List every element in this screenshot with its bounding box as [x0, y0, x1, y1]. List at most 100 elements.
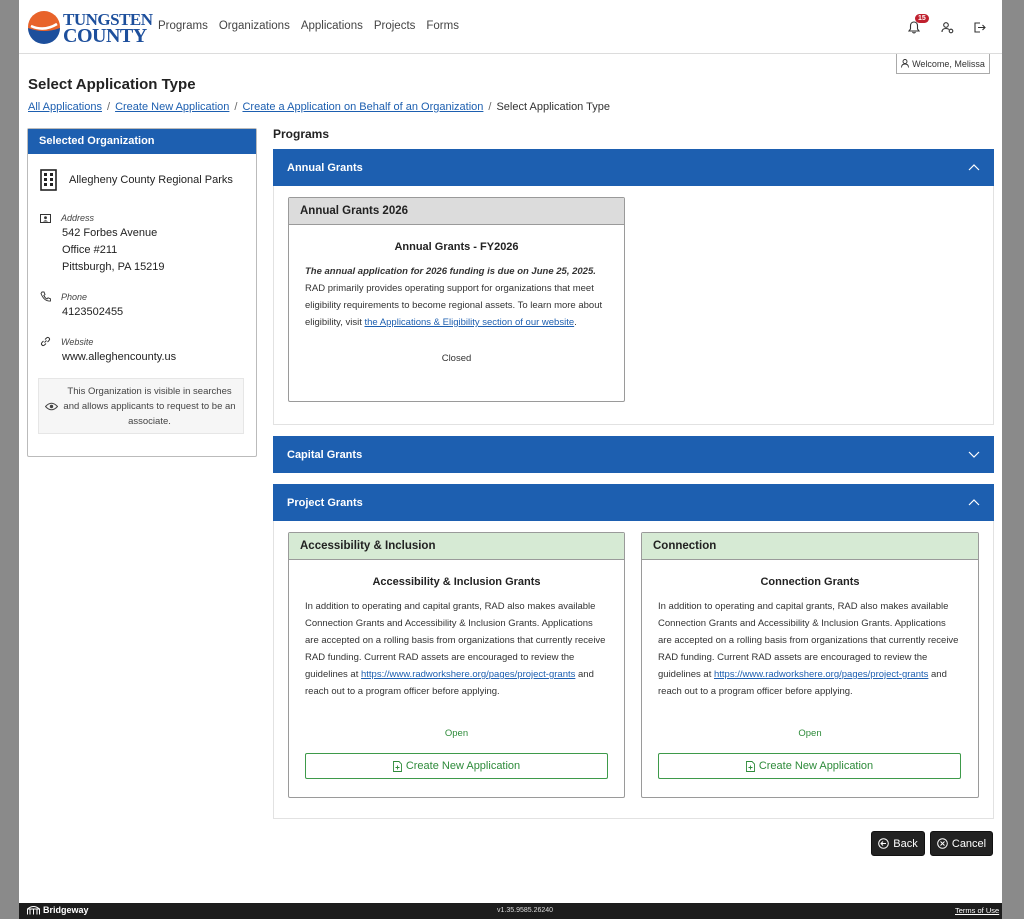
capital-grants-accordion: Capital Grants: [273, 436, 994, 473]
nav-forms[interactable]: Forms: [426, 20, 459, 32]
create-new-application-button[interactable]: Create New Application: [658, 753, 961, 779]
app-window: TUNGSTEN COUNTY Programs Organizations A…: [19, 0, 1002, 903]
website-label: Website: [61, 336, 94, 347]
project-grants-link[interactable]: https://www.radworkshere.org/pages/proje…: [714, 669, 928, 680]
phone-icon: [40, 291, 51, 302]
welcome-user-tab[interactable]: Welcome, Melissa: [896, 54, 990, 74]
program-card-header: Accessibility & Inclusion: [289, 533, 624, 560]
link-icon: [40, 336, 51, 347]
nav-projects[interactable]: Projects: [374, 20, 416, 32]
program-status-open: Open: [444, 728, 469, 739]
program-card-description: The annual application for 2026 funding …: [289, 263, 624, 331]
programs-heading: Programs: [273, 127, 330, 141]
user-gear-icon: [940, 21, 953, 33]
main-nav: Programs Organizations Applications Proj…: [158, 20, 459, 32]
capital-grants-accordion-header[interactable]: Capital Grants: [273, 436, 994, 473]
org-phone-field: Phone 4123502455: [40, 291, 123, 321]
annual-grants-accordion: Annual Grants Annual Grants 2026 Annual …: [273, 149, 994, 425]
logo-text-line2: COUNTY: [63, 25, 147, 47]
org-website-field: Website www.alleghencounty.us: [40, 336, 176, 366]
cancel-label: Cancel: [951, 837, 987, 850]
page-title: Select Application Type: [28, 76, 196, 93]
organization-name: Allegheny County Regional Parks: [69, 174, 233, 186]
program-status-open: Open: [798, 728, 822, 739]
chevron-down-icon: [968, 451, 980, 458]
create-new-application-label: Create New Application: [405, 760, 521, 772]
file-plus-icon: [392, 760, 402, 772]
annual-due-date-note: The annual application for 2026 funding …: [305, 266, 596, 277]
annual-grants-body: Annual Grants 2026 Annual Grants - FY202…: [273, 186, 994, 425]
nav-programs[interactable]: Programs: [158, 20, 208, 32]
address-label: Address: [61, 213, 95, 223]
bridgeway-label: Bridgeway: [43, 905, 89, 915]
nav-organizations[interactable]: Organizations: [219, 20, 290, 32]
tungsten-county-logo[interactable]: TUNGSTEN COUNTY: [27, 8, 153, 48]
breadcrumb-separator: /: [488, 101, 492, 113]
nav-applications[interactable]: Applications: [301, 20, 363, 32]
version-text: v1.35.9585.26240: [497, 907, 554, 914]
file-plus-icon: [745, 760, 755, 772]
project-grants-link[interactable]: https://www.radworkshere.org/pages/proje…: [361, 669, 575, 680]
eye-icon: [45, 402, 58, 410]
breadcrumb-separator: /: [107, 101, 111, 113]
program-status-closed: Closed: [441, 353, 472, 364]
back-label: Back: [893, 837, 918, 850]
bridge-icon: [27, 906, 40, 915]
phone-value: 4123502455: [62, 306, 124, 318]
welcome-text: Welcome, Melissa: [912, 58, 985, 69]
arrow-left-circle-icon: [878, 838, 890, 849]
program-card-description: In addition to operating and capital gra…: [642, 598, 978, 700]
building-icon: [40, 169, 57, 191]
notification-count-badge: 15: [915, 14, 929, 23]
breadcrumb-all-applications[interactable]: All Applications: [28, 101, 102, 113]
create-new-application-button[interactable]: Create New Application: [305, 753, 608, 779]
breadcrumb-create-on-behalf[interactable]: Create a Application on Behalf of an Org…: [242, 101, 483, 113]
bridgeway-brand: Bridgeway: [27, 905, 89, 915]
address-line-1: 542 Forbes Avenue: [62, 227, 158, 239]
breadcrumb: All Applications / Create New Applicatio…: [28, 101, 610, 113]
user-icon: [901, 59, 910, 68]
breadcrumb-separator: /: [234, 101, 238, 113]
selected-organization-card: Selected Organization Allegheny County R…: [27, 128, 257, 457]
eligibility-link[interactable]: the Applications & Eligibility section o…: [364, 317, 574, 328]
capital-grants-title: Capital Grants: [287, 448, 363, 461]
logout-icon: [973, 21, 986, 33]
chevron-up-icon: [968, 499, 980, 506]
top-navigation-bar: TUNGSTEN COUNTY Programs Organizations A…: [19, 0, 1002, 54]
program-card-accessibility-inclusion: Accessibility & Inclusion Accessibility …: [288, 532, 625, 798]
breadcrumb-create-new-application[interactable]: Create New Application: [115, 101, 229, 113]
org-address-field: Address 542 Forbes Avenue Office #211 Pi…: [40, 213, 165, 276]
visibility-note: This Organization is visible in searches…: [38, 378, 244, 434]
program-card-title: Accessibility & Inclusion Grants: [372, 576, 541, 588]
selected-organization-header: Selected Organization: [28, 129, 256, 154]
cancel-button[interactable]: Cancel: [930, 831, 993, 856]
create-new-application-label: Create New Application: [758, 760, 874, 772]
address-line-3: Pittsburgh, PA 15219: [62, 261, 165, 273]
chevron-up-icon: [968, 164, 980, 171]
address-line-2: Office #211: [62, 244, 118, 256]
website-value: www.alleghencounty.us: [62, 351, 177, 363]
terms-of-use-link[interactable]: Terms of Use: [955, 906, 999, 915]
address-card-icon: [40, 213, 51, 223]
notifications-button[interactable]: 15: [905, 14, 929, 36]
org-name-row: Allegheny County Regional Parks: [40, 169, 233, 191]
footer-bar: Bridgeway v1.35.9585.26240 Terms of Use: [19, 903, 1002, 919]
project-grants-title: Project Grants: [287, 496, 363, 509]
user-settings-button[interactable]: [938, 18, 956, 36]
project-grants-body: Accessibility & Inclusion Accessibility …: [273, 521, 994, 819]
logo-mark-icon: [28, 11, 60, 44]
project-grants-accordion-header[interactable]: Project Grants: [273, 484, 994, 521]
program-card-header: Annual Grants 2026: [289, 198, 624, 225]
annual-description-end: .: [574, 317, 577, 328]
logout-button[interactable]: [970, 18, 988, 36]
visibility-note-text: This Organization is visible in searches…: [63, 385, 236, 427]
x-circle-icon: [937, 838, 948, 849]
annual-grants-accordion-header[interactable]: Annual Grants: [273, 149, 994, 186]
program-card-annual-2026: Annual Grants 2026 Annual Grants - FY202…: [288, 197, 625, 402]
back-button[interactable]: Back: [871, 831, 925, 856]
project-grants-accordion: Project Grants Accessibility & Inclusion…: [273, 484, 994, 819]
annual-grants-title: Annual Grants: [287, 161, 363, 174]
program-card-connection: Connection Connection Grants In addition…: [641, 532, 979, 798]
program-card-description: In addition to operating and capital gra…: [289, 598, 624, 700]
phone-label: Phone: [61, 291, 88, 302]
